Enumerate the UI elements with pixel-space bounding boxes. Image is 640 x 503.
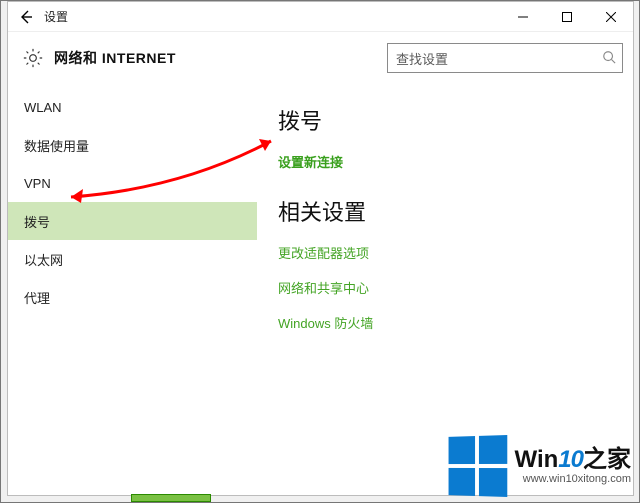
watermark-brand-number: 10 — [558, 446, 583, 473]
section-title-dialup: 拨号 — [278, 104, 613, 136]
sidebar: WLAN 数据使用量 VPN 拨号 以太网 代理 — [8, 84, 258, 495]
sidebar-item-label: 数据使用量 — [24, 136, 89, 155]
sidebar-item-label: VPN — [24, 176, 51, 191]
background-fragment — [131, 494, 211, 502]
link-adapter-options[interactable]: 更改适配器选项 — [278, 243, 613, 262]
sidebar-item-wlan[interactable]: WLAN — [8, 88, 257, 126]
back-button[interactable] — [8, 2, 44, 32]
titlebar: 设置 — [8, 2, 633, 32]
link-new-connection[interactable]: 设置新连接 — [278, 152, 613, 171]
sidebar-item-dialup[interactable]: 拨号 — [8, 202, 257, 240]
watermark: Win10之家 www.win10xitong.com — [447, 436, 631, 496]
arrow-left-icon — [18, 9, 34, 25]
body: WLAN 数据使用量 VPN 拨号 以太网 代理 拨号 — [8, 84, 633, 495]
sidebar-item-label: 拨号 — [24, 212, 50, 231]
page-title: 网络和 INTERNET — [54, 48, 176, 68]
sidebar-item-proxy[interactable]: 代理 — [8, 278, 257, 316]
sidebar-item-data-usage[interactable]: 数据使用量 — [8, 126, 257, 164]
close-icon — [606, 12, 616, 22]
maximize-button[interactable] — [545, 2, 589, 32]
link-firewall[interactable]: Windows 防火墙 — [278, 313, 613, 332]
header: 网络和 INTERNET 查找设置 — [8, 32, 633, 84]
search-icon — [602, 50, 616, 67]
content: 拨号 设置新连接 相关设置 更改适配器选项 网络和共享中心 Windows 防火… — [258, 84, 633, 495]
sidebar-item-vpn[interactable]: VPN — [8, 164, 257, 202]
minimize-button[interactable] — [501, 2, 545, 32]
windows-logo-icon — [448, 435, 507, 497]
window-controls — [501, 2, 633, 32]
link-network-sharing[interactable]: 网络和共享中心 — [278, 278, 613, 297]
outer-frame: 设置 网络和 INTERNET 查找设置 — [0, 0, 640, 503]
maximize-icon — [562, 12, 572, 22]
watermark-text: Win10之家 www.win10xitong.com — [515, 447, 631, 486]
close-button[interactable] — [589, 2, 633, 32]
sidebar-item-label: 代理 — [24, 288, 50, 307]
minimize-icon — [518, 12, 528, 22]
gear-icon — [22, 47, 44, 69]
sidebar-item-label: WLAN — [24, 100, 62, 115]
search-input[interactable]: 查找设置 — [387, 43, 623, 73]
section-title-related: 相关设置 — [278, 195, 613, 227]
watermark-url: www.win10xitong.com — [523, 474, 631, 486]
watermark-brand-suffix: 之家 — [583, 446, 631, 473]
sidebar-item-label: 以太网 — [24, 250, 63, 269]
window-title: 设置 — [44, 8, 68, 25]
settings-window: 设置 网络和 INTERNET 查找设置 — [7, 1, 634, 496]
search-placeholder: 查找设置 — [396, 49, 602, 68]
sidebar-item-ethernet[interactable]: 以太网 — [8, 240, 257, 278]
watermark-brand-prefix: Win — [515, 446, 559, 473]
